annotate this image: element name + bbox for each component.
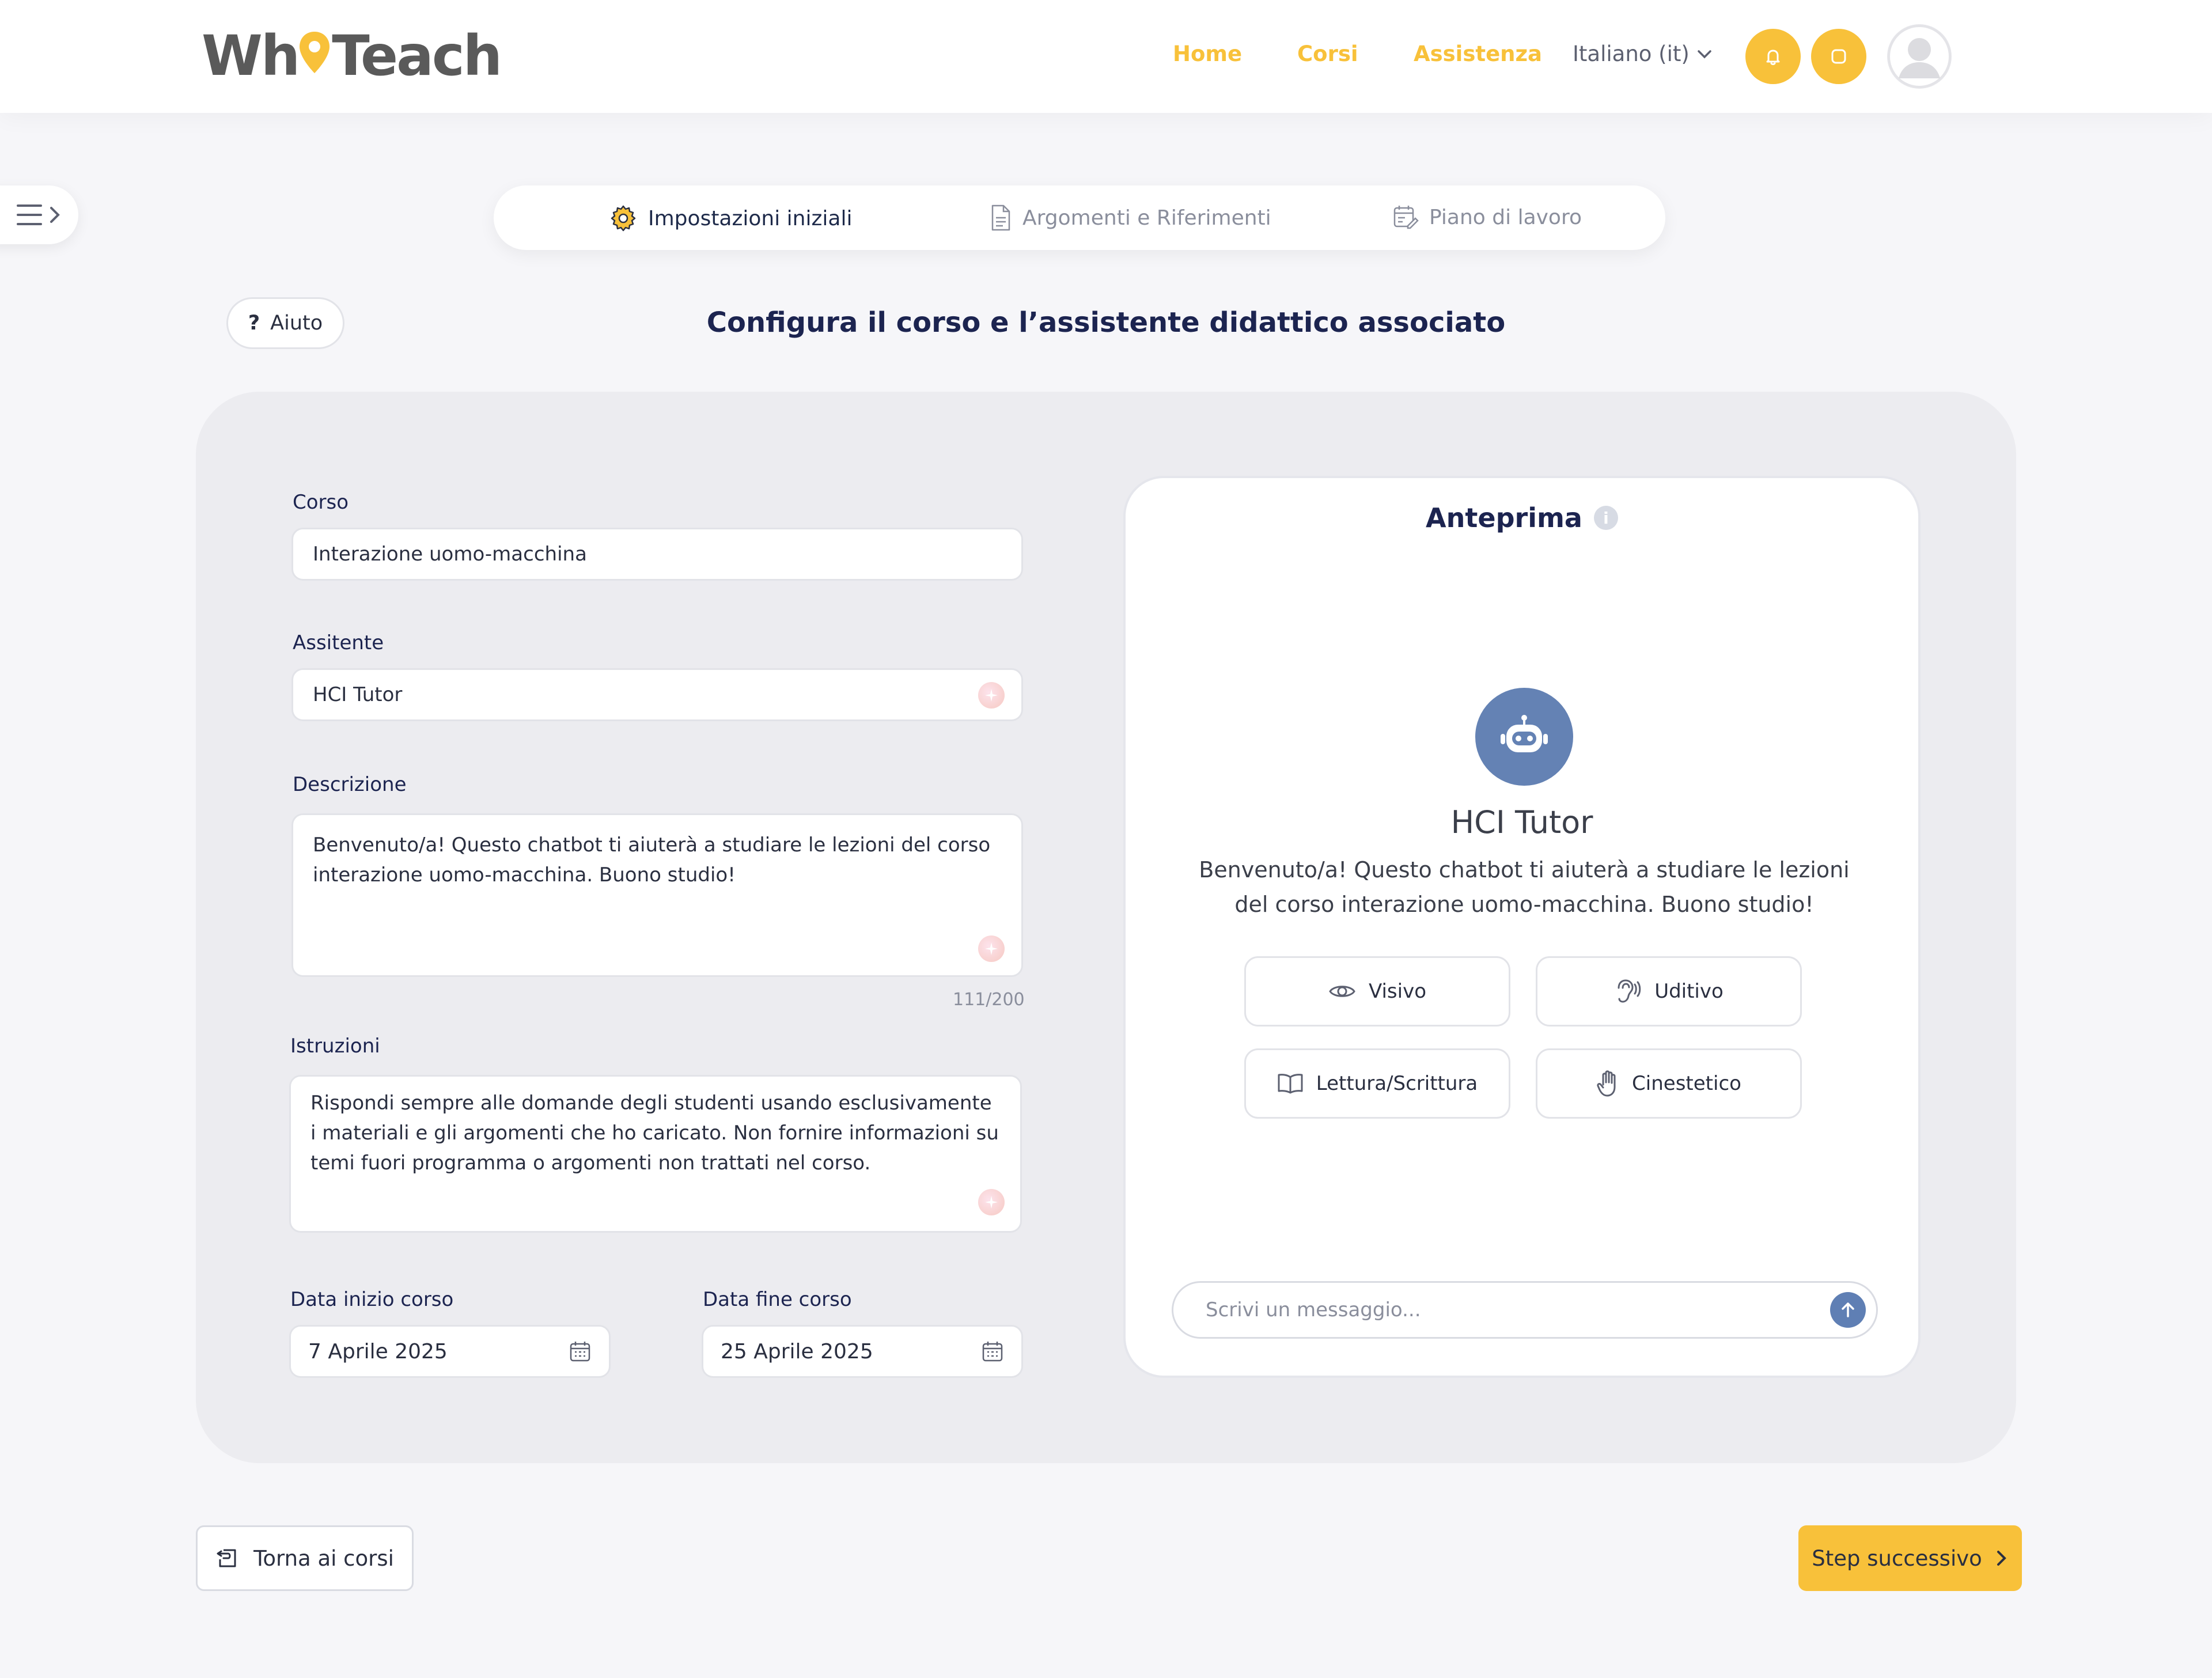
ear-sound-icon bbox=[1618, 979, 1641, 1003]
info-icon[interactable]: i bbox=[1593, 506, 1618, 530]
auditory-style-label: Uditivo bbox=[1654, 980, 1724, 1003]
ai-generate-instructions-button[interactable] bbox=[978, 1189, 1005, 1215]
menu-icon bbox=[17, 204, 42, 225]
return-arrow-icon bbox=[217, 1549, 236, 1567]
step-initial-settings-label: Impostazioni iniziali bbox=[648, 206, 853, 230]
logo-text-start: Wh bbox=[202, 24, 300, 88]
top-navbar: Wh Teach Home Corsi Assistenza Italiano … bbox=[0, 0, 2212, 113]
language-selector[interactable]: Italiano (it) bbox=[1573, 41, 1713, 66]
message-placeholder: Scrivi un messaggio... bbox=[1206, 1298, 1421, 1321]
user-silhouette-icon bbox=[1888, 25, 1951, 88]
step-initial-settings[interactable]: Impostazioni iniziali bbox=[609, 204, 852, 233]
chevron-down-icon bbox=[1698, 50, 1711, 58]
chat-square-icon bbox=[1831, 49, 1846, 64]
end-date-label: Data fine corso bbox=[703, 1288, 852, 1311]
reading-writing-style-button[interactable]: Lettura/Scrittura bbox=[1244, 1048, 1510, 1119]
whoteach-logo[interactable]: Wh Teach bbox=[202, 24, 502, 88]
page-title: Configura il corso e l’assistente didatt… bbox=[706, 306, 1506, 339]
step-work-plan-label: Piano di lavoro bbox=[1429, 205, 1582, 229]
step-work-plan[interactable]: Piano di lavoro bbox=[1392, 204, 1582, 230]
logo-text-end: Teach bbox=[332, 24, 502, 88]
calendar-icon bbox=[982, 1342, 1003, 1362]
assistant-input[interactable]: HCI Tutor bbox=[291, 668, 1023, 721]
start-date-value: 7 Aprile 2025 bbox=[308, 1339, 448, 1363]
sparkle-icon bbox=[985, 689, 998, 702]
kinesthetic-style-button[interactable]: Cinestetico bbox=[1536, 1048, 1802, 1119]
calendar-edit-icon bbox=[1393, 206, 1419, 229]
gear-icon bbox=[611, 205, 636, 232]
language-label: Italiano (it) bbox=[1573, 41, 1690, 66]
chatbot-preview-card: Anteprima i HCI Tutor Benvenuto/a! Quest… bbox=[1123, 476, 1921, 1378]
user-avatar[interactable] bbox=[1887, 24, 1952, 89]
next-step-button[interactable]: Step successivo bbox=[1798, 1525, 2022, 1591]
start-date-input[interactable]: 7 Aprile 2025 bbox=[289, 1325, 611, 1378]
map-pin-icon bbox=[300, 32, 330, 73]
send-message-button[interactable] bbox=[1830, 1292, 1866, 1328]
nav-courses-link[interactable]: Corsi bbox=[1297, 41, 1358, 66]
end-date-value: 25 Aprile 2025 bbox=[721, 1339, 873, 1363]
calendar-icon bbox=[570, 1342, 590, 1362]
eye-icon bbox=[1329, 986, 1355, 997]
sidebar-toggle-button[interactable] bbox=[0, 185, 78, 244]
ai-generate-description-button[interactable] bbox=[978, 935, 1005, 962]
description-char-counter: 111/200 bbox=[953, 990, 1025, 1010]
sparkle-icon bbox=[985, 942, 998, 955]
messages-button[interactable] bbox=[1811, 29, 1866, 84]
nav-support-link[interactable]: Assistenza bbox=[1414, 41, 1542, 66]
back-to-courses-label: Torna ai corsi bbox=[253, 1546, 394, 1571]
robot-icon bbox=[1501, 715, 1548, 752]
notifications-button[interactable] bbox=[1745, 29, 1801, 84]
course-input[interactable]: Interazione uomo-macchina bbox=[291, 528, 1023, 581]
description-label: Descrizione bbox=[293, 773, 407, 796]
auditory-style-button[interactable]: Uditivo bbox=[1536, 956, 1802, 1027]
visual-style-button[interactable]: Visivo bbox=[1244, 956, 1510, 1027]
assistant-value: HCI Tutor bbox=[313, 683, 403, 706]
chevron-right-icon bbox=[50, 207, 60, 223]
kinesthetic-style-label: Cinestetico bbox=[1632, 1072, 1741, 1095]
description-textarea[interactable]: Benvenuto/a! Questo chatbot ti aiuterà a… bbox=[291, 813, 1023, 977]
open-book-icon bbox=[1278, 1074, 1303, 1094]
bot-avatar bbox=[1475, 688, 1573, 786]
wizard-steps: Impostazioni iniziali Argomenti e Riferi… bbox=[494, 185, 1665, 250]
next-step-label: Step successivo bbox=[1812, 1546, 1982, 1571]
start-date-label: Data inizio corso bbox=[290, 1288, 454, 1311]
instructions-label: Istruzioni bbox=[290, 1035, 380, 1058]
arrow-up-icon bbox=[1842, 1302, 1854, 1317]
ai-generate-assistant-button[interactable] bbox=[978, 682, 1005, 709]
document-icon bbox=[991, 204, 1010, 231]
instructions-textarea[interactable]: Rispondi sempre alle domande degli stude… bbox=[289, 1075, 1022, 1233]
visual-style-label: Visivo bbox=[1368, 980, 1427, 1003]
back-to-courses-button[interactable]: Torna ai corsi bbox=[196, 1525, 414, 1591]
preview-header: Anteprima i bbox=[1126, 502, 1918, 533]
bot-description: Benvenuto/a! Questo chatbot ti aiuterà a… bbox=[1199, 857, 1850, 917]
message-input[interactable]: Scrivi un messaggio... bbox=[1172, 1281, 1878, 1339]
step-topics-references[interactable]: Argomenti e Riferimenti bbox=[989, 204, 1271, 232]
course-label: Corso bbox=[293, 491, 349, 514]
hand-icon bbox=[1597, 1070, 1616, 1097]
sparkle-icon bbox=[985, 1196, 998, 1209]
chevron-right-icon bbox=[1997, 1551, 2006, 1566]
preview-title: Anteprima bbox=[1426, 502, 1582, 533]
end-date-input[interactable]: 25 Aprile 2025 bbox=[702, 1325, 1023, 1378]
assistant-label: Assitente bbox=[293, 631, 384, 654]
reading-writing-style-label: Lettura/Scrittura bbox=[1316, 1072, 1478, 1095]
nav-home-link[interactable]: Home bbox=[1173, 41, 1242, 66]
bell-icon bbox=[1766, 50, 1780, 65]
bot-name: HCI Tutor bbox=[1450, 804, 1593, 840]
step-topics-references-label: Argomenti e Riferimenti bbox=[1022, 206, 1271, 230]
